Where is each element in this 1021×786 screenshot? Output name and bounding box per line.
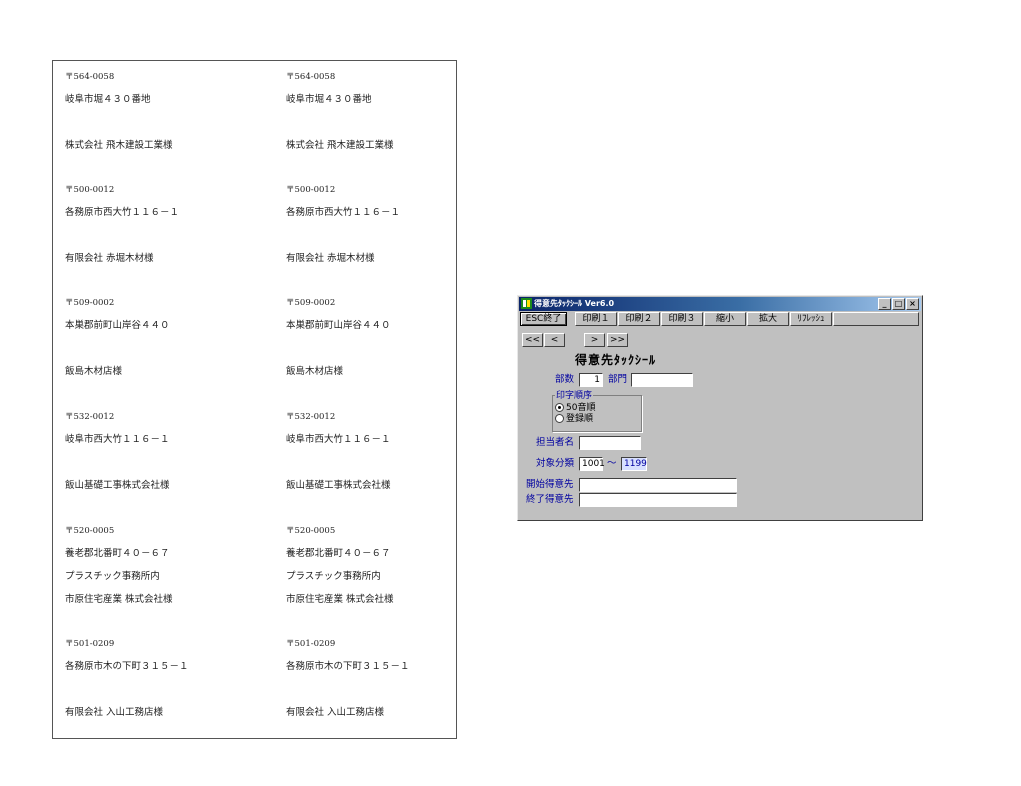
- radio-50on-label: 50音順: [566, 403, 596, 413]
- label-address: 養老郡北番町４０－６７: [286, 548, 391, 559]
- toolbar-empty-slot: [833, 312, 919, 326]
- label-address: 各務原市木の下町３１５－１: [65, 661, 189, 672]
- label-name: 市原住宅産業 株式会社様: [286, 594, 394, 605]
- label-address: 各務原市西大竹１１６－１: [286, 207, 401, 218]
- start-customer-label: 開始得意先: [526, 479, 574, 490]
- label-extra: プラスチック事務所内: [286, 571, 381, 582]
- dept-field[interactable]: [631, 373, 693, 387]
- label-card: 〒520-0005 養老郡北番町４０－６７ プラスチック事務所内 市原住宅産業 …: [286, 525, 471, 638]
- refresh-button[interactable]: ﾘﾌﾚｯｼｭ: [790, 312, 832, 326]
- label-address: 岐阜市堀４３０番地: [65, 94, 151, 105]
- label-zip: 〒509-0002: [65, 298, 115, 308]
- radio-unselected-icon: [555, 414, 564, 423]
- window-title: 得意先ﾀｯｸｼｰﾙ Ver6.0: [534, 299, 615, 308]
- end-customer-label: 終了得意先: [526, 494, 574, 505]
- copies-label: 部数: [555, 374, 575, 385]
- window-controls: _ □ ×: [877, 298, 919, 310]
- print-order-group: 印字順序 50音順 登録順: [552, 391, 642, 432]
- dept-label: 部門: [608, 374, 628, 385]
- label-address: 養老郡北番町４０－６７: [65, 548, 170, 559]
- label-name: 有限会社 赤堀木材様: [286, 253, 375, 264]
- label-name: 飯島木材店様: [286, 366, 344, 377]
- label-address: 各務原市木の下町３１５－１: [286, 661, 410, 672]
- label-name: 飯山基礎工事株式会社様: [286, 480, 391, 491]
- label-zip: 〒501-0209: [286, 639, 336, 649]
- start-customer-field[interactable]: [579, 478, 737, 492]
- enlarge-button[interactable]: 拡大: [747, 312, 789, 326]
- label-sheet-preview: 〒564-0058 岐阜市堀４３０番地 株式会社 飛木建設工業様 〒500-00…: [52, 60, 457, 739]
- label-zip: 〒564-0058: [286, 72, 336, 82]
- label-card: 〒500-0012 各務原市西大竹１１６－１ 有限会社 赤堀木材様: [286, 184, 471, 297]
- label-zip: 〒532-0012: [286, 412, 336, 422]
- prev-record-button[interactable]: <: [544, 333, 565, 347]
- minimize-icon[interactable]: _: [878, 298, 891, 310]
- staff-label: 担当者名: [536, 437, 575, 448]
- label-card: 〒564-0058 岐阜市堀４３０番地 株式会社 飛木建設工業様: [286, 71, 471, 184]
- label-card: 〒509-0002 本巣郡前町山岸谷４４０ 飯島木材店様: [65, 297, 250, 410]
- last-record-button[interactable]: >>: [607, 333, 628, 347]
- label-card: 〒501-0209 各務原市木の下町３１５－１ 有限会社 入山工務店様: [286, 638, 471, 751]
- copies-field[interactable]: 1: [579, 373, 603, 387]
- title-bar[interactable]: 得意先ﾀｯｸｼｰﾙ Ver6.0 _ □ ×: [519, 297, 921, 311]
- label-name: 有限会社 入山工務店様: [286, 707, 385, 718]
- category-to-field[interactable]: 1199: [621, 457, 647, 471]
- label-card: 〒509-0002 本巣郡前町山岸谷４４０ 飯島木材店様: [286, 297, 471, 410]
- maximize-icon[interactable]: □: [892, 298, 905, 310]
- esc-exit-button[interactable]: ESC終了: [520, 312, 567, 326]
- radio-50on-order[interactable]: 50音順: [555, 403, 595, 413]
- label-card: 〒500-0012 各務原市西大竹１１６－１ 有限会社 赤堀木材様: [65, 184, 250, 297]
- label-zip: 〒564-0058: [65, 72, 115, 82]
- first-record-button[interactable]: <<: [522, 333, 543, 347]
- label-name: 飯島木材店様: [65, 366, 123, 377]
- print3-button[interactable]: 印刷３: [661, 312, 703, 326]
- app-icon: [521, 298, 532, 309]
- next-record-button[interactable]: >: [584, 333, 605, 347]
- staff-field[interactable]: [579, 436, 641, 450]
- radio-selected-icon: [555, 403, 564, 412]
- label-card: 〒564-0058 岐阜市堀４３０番地 株式会社 飛木建設工業様: [65, 71, 250, 184]
- label-address: 岐阜市堀４３０番地: [286, 94, 372, 105]
- label-address: 本巣郡前町山岸谷４４０: [65, 320, 170, 331]
- label-name: 有限会社 入山工務店様: [65, 707, 164, 718]
- label-zip: 〒500-0012: [65, 185, 115, 195]
- label-zip: 〒520-0005: [65, 526, 115, 536]
- app-window: 得意先ﾀｯｸｼｰﾙ Ver6.0 _ □ × ESC終了 印刷１ 印刷２ 印刷３…: [517, 295, 923, 521]
- label-card: 〒532-0012 岐阜市西大竹１１６－１ 飯山基礎工事株式会社様: [65, 411, 250, 524]
- label-address: 各務原市西大竹１１６－１: [65, 207, 180, 218]
- label-address: 岐阜市西大竹１１６－１: [65, 434, 170, 445]
- shrink-button[interactable]: 縮小: [704, 312, 746, 326]
- label-zip: 〒500-0012: [286, 185, 336, 195]
- label-card: 〒520-0005 養老郡北番町４０－６７ プラスチック事務所内 市原住宅産業 …: [65, 525, 250, 638]
- label-name: 株式会社 飛木建設工業様: [286, 140, 394, 151]
- label-card: 〒501-0209 各務原市木の下町３１５－１ 有限会社 入山工務店様: [65, 638, 250, 751]
- label-name: 株式会社 飛木建設工業様: [65, 140, 173, 151]
- toolbar: ESC終了 印刷１ 印刷２ 印刷３ 縮小 拡大 ﾘﾌﾚｯｼｭ: [520, 312, 920, 327]
- radio-registration-order[interactable]: 登録順: [555, 414, 593, 424]
- label-zip: 〒509-0002: [286, 298, 336, 308]
- close-icon[interactable]: ×: [906, 298, 919, 310]
- label-name: 有限会社 赤堀木材様: [65, 253, 154, 264]
- label-name: 市原住宅産業 株式会社様: [65, 594, 173, 605]
- print2-button[interactable]: 印刷２: [618, 312, 660, 326]
- label-name: 飯山基礎工事株式会社様: [65, 480, 170, 491]
- print1-button[interactable]: 印刷１: [575, 312, 617, 326]
- label-address: 岐阜市西大竹１１６－１: [286, 434, 391, 445]
- label-card: 〒532-0012 岐阜市西大竹１１６－１ 飯山基礎工事株式会社様: [286, 411, 471, 524]
- category-label: 対象分類: [536, 458, 575, 469]
- end-customer-field[interactable]: [579, 493, 737, 507]
- category-from-field[interactable]: 1001: [579, 457, 605, 471]
- label-zip: 〒501-0209: [65, 639, 115, 649]
- label-address: 本巣郡前町山岸谷４４０: [286, 320, 391, 331]
- radio-registration-label: 登録順: [566, 414, 594, 424]
- label-extra: プラスチック事務所内: [65, 571, 160, 582]
- form-title: 得意先ﾀｯｸｼｰﾙ: [575, 353, 657, 367]
- category-tilde: ～: [607, 458, 617, 469]
- print-order-label: 印字順序: [555, 391, 594, 401]
- label-zip: 〒532-0012: [65, 412, 115, 422]
- label-zip: 〒520-0005: [286, 526, 336, 536]
